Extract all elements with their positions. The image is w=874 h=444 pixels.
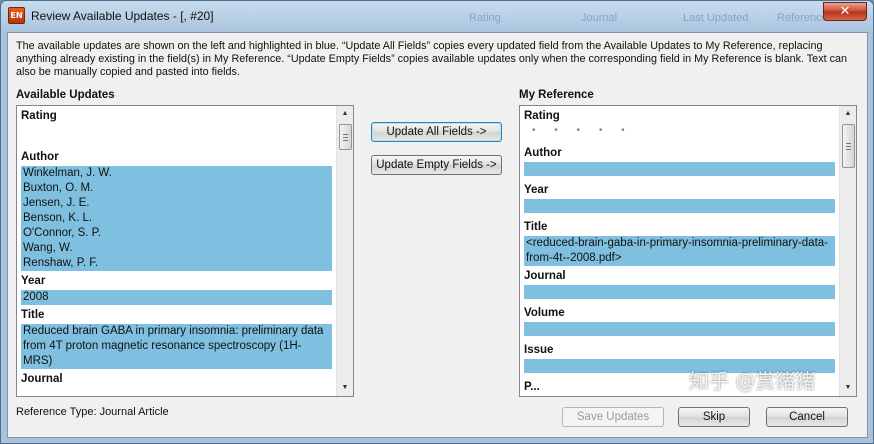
background-tab-last-updated: Last Updated: [683, 12, 749, 24]
scroll-thumb[interactable]: [339, 124, 352, 150]
reference-volume-label: Volume: [524, 307, 565, 319]
reference-year-value[interactable]: [524, 199, 835, 213]
available-author-value[interactable]: Winkelman, J. W. Buxton, O. M. Jensen, J…: [21, 166, 332, 271]
scroll-down-icon[interactable]: ▼: [337, 380, 353, 396]
available-rating-label: Rating: [21, 110, 57, 122]
cancel-button[interactable]: Cancel: [766, 407, 848, 427]
background-tab-journal: Journal: [581, 12, 618, 24]
close-icon: ✕: [839, 3, 851, 18]
reference-journal-label: Journal: [524, 270, 566, 282]
available-title-value[interactable]: Reduced brain GABA in primary insomnia: …: [21, 324, 332, 369]
reference-title-label: Title: [524, 221, 548, 233]
author-line: Winkelman, J. W.: [23, 167, 112, 179]
reference-title-value[interactable]: <reduced-brain-gaba-in-primary-insomnia-…: [524, 236, 835, 266]
available-journal-label: Journal: [21, 373, 63, 385]
skip-button[interactable]: Skip: [678, 407, 750, 427]
available-updates-title: Available Updates: [16, 89, 115, 101]
window-title: Review Available Updates - [, #20]: [31, 9, 214, 23]
update-empty-fields-button[interactable]: Update Empty Fields ->: [371, 155, 502, 175]
available-scrollbar[interactable]: ▲ ▼: [336, 106, 353, 396]
available-author-label: Author: [21, 151, 59, 163]
background-tab-reference: Reference: [777, 12, 828, 24]
reference-journal-value[interactable]: [524, 285, 835, 299]
available-year-value[interactable]: 2008: [21, 290, 332, 305]
available-title-label: Title: [21, 309, 45, 321]
author-line: Benson, K. L.: [23, 212, 93, 224]
my-reference-list[interactable]: Rating • • • • • Author Year Title <redu…: [519, 105, 857, 397]
author-line: Wang, W.: [23, 242, 73, 254]
save-updates-button[interactable]: Save Updates: [562, 407, 664, 427]
author-line: Jensen, J. E.: [23, 197, 90, 209]
endnote-app-icon: EN: [8, 7, 25, 24]
reference-rating-label: Rating: [524, 110, 560, 122]
available-updates-list[interactable]: Rating Author Winkelman, J. W. Buxton, O…: [16, 105, 354, 397]
reference-year-label: Year: [524, 184, 549, 196]
scroll-up-icon[interactable]: ▲: [840, 106, 856, 122]
close-button[interactable]: ✕: [823, 2, 867, 21]
author-line: O'Connor, S. P.: [23, 227, 102, 239]
title-bar[interactable]: EN Review Available Updates - [, #20] Ra…: [1, 1, 873, 32]
available-rating-value[interactable]: [21, 125, 336, 143]
author-line: Renshaw, P. F.: [23, 257, 99, 269]
reference-author-value[interactable]: [524, 162, 835, 176]
update-all-fields-button[interactable]: Update All Fields ->: [371, 122, 502, 142]
scroll-down-icon[interactable]: ▼: [840, 380, 856, 396]
available-year-label: Year: [21, 275, 46, 287]
author-line: Buxton, O. M.: [23, 182, 94, 194]
instructions-text: The available updates are shown on the l…: [16, 40, 847, 79]
dialog-window: EN Review Available Updates - [, #20] Ra…: [0, 0, 874, 444]
background-tab-rating: Rating: [469, 12, 501, 24]
reference-volume-value[interactable]: [524, 322, 835, 336]
zhihu-watermark: 知乎 @赏猪猪: [689, 369, 816, 393]
scroll-thumb[interactable]: [842, 124, 855, 168]
reference-type-label: Reference Type: Journal Article: [16, 406, 169, 418]
reference-scrollbar[interactable]: ▲ ▼: [839, 106, 856, 396]
reference-author-label: Author: [524, 147, 562, 159]
reference-rating-stars[interactable]: • • • • •: [532, 125, 839, 143]
reference-issue-label: Issue: [524, 344, 554, 356]
scroll-up-icon[interactable]: ▲: [337, 106, 353, 122]
my-reference-title: My Reference: [519, 89, 594, 101]
